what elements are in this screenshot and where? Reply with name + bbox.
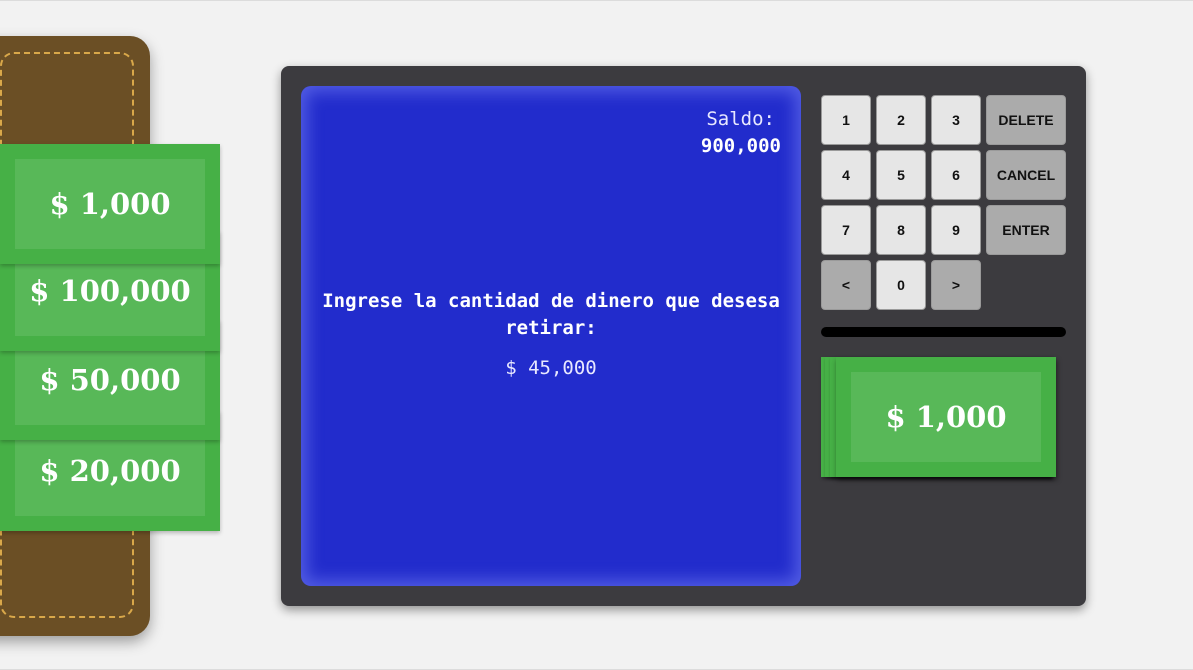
key-2[interactable]: 2 <box>876 95 926 145</box>
key-4[interactable]: 4 <box>821 150 871 200</box>
key-7[interactable]: 7 <box>821 205 871 255</box>
enter-button[interactable]: ENTER <box>986 205 1066 255</box>
cash-slot <box>821 327 1066 337</box>
key-6[interactable]: 6 <box>931 150 981 200</box>
key-1[interactable]: 1 <box>821 95 871 145</box>
wallet-bill-1000[interactable]: $ 1,000 <box>0 144 220 264</box>
bill-label: $ 1,000 <box>49 187 171 221</box>
balance-label: Saldo: <box>706 108 775 130</box>
balance-value: 900,000 <box>700 135 781 157</box>
top-divider <box>0 0 1193 1</box>
withdraw-amount: $ 45,000 <box>505 357 597 379</box>
key-5[interactable]: 5 <box>876 150 926 200</box>
key-3[interactable]: 3 <box>931 95 981 145</box>
bill-label: $ 100,000 <box>29 274 191 308</box>
bill-face: $ 1,000 <box>851 372 1041 462</box>
atm-machine: Saldo: 900,000 Ingrese la cantidad de di… <box>281 66 1086 606</box>
key-0[interactable]: 0 <box>876 260 926 310</box>
dispensed-bill-label: $ 1,000 <box>885 400 1007 434</box>
bill-label: $ 50,000 <box>39 363 181 397</box>
key-8[interactable]: 8 <box>876 205 926 255</box>
key-left-arrow[interactable]: < <box>821 260 871 310</box>
delete-button[interactable]: DELETE <box>986 95 1066 145</box>
bill-label: $ 20,000 <box>39 454 181 488</box>
withdraw-prompt: Ingrese la cantidad de dinero que desesa… <box>322 290 780 339</box>
key-right-arrow[interactable]: > <box>931 260 981 310</box>
key-9[interactable]: 9 <box>931 205 981 255</box>
bill-face: $ 1,000 <box>15 159 205 249</box>
cancel-button[interactable]: CANCEL <box>986 150 1066 200</box>
atm-screen: Saldo: 900,000 Ingrese la cantidad de di… <box>301 86 801 586</box>
dispensed-bill[interactable]: $ 1,000 <box>836 357 1056 477</box>
